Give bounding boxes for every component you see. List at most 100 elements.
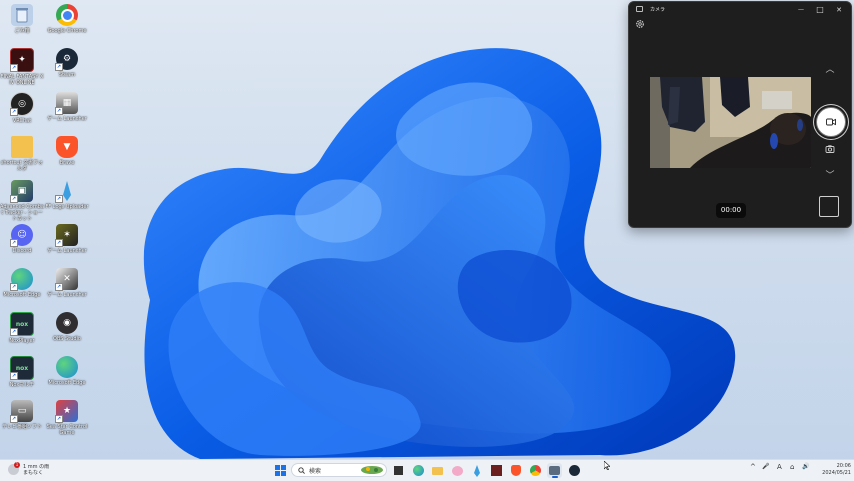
desktop-icon-folder[interactable]: shortcut 文書フォルダ [0, 136, 44, 172]
start-icon [275, 465, 286, 476]
taskbar-app-file-explorer[interactable] [391, 463, 406, 478]
camera-app-icon [636, 6, 643, 12]
desktop-icon-label: Noxマルチ [9, 382, 35, 388]
desktop-icon-game[interactable]: ✶ ↗ ゲーム Launcher [45, 224, 89, 254]
brave-icon: ▼ [56, 136, 78, 158]
desktop-icon-label: shortcut 文書フォルダ [0, 160, 44, 172]
game-icon: ✶ ↗ [55, 224, 78, 247]
chevron-down-icon[interactable]: ﹀ [824, 168, 836, 181]
obs-icon: ◉ [56, 312, 78, 334]
recording-timer: 00:00 [716, 203, 746, 218]
taskbar-app-steam[interactable] [567, 463, 582, 478]
taskbar-app-folder[interactable] [430, 463, 445, 478]
volume-icon[interactable]: 🔊 [802, 463, 809, 470]
minimize-button[interactable]: — [792, 4, 810, 16]
start-button[interactable] [273, 463, 288, 478]
edge-icon: ↗ [10, 268, 33, 291]
desktop-icon-label: Microsoft Edge [48, 380, 86, 386]
seastar-icon: ★ ↗ [55, 400, 78, 423]
desktop-icon-label: ごみ箱 [14, 28, 30, 34]
desktop-icon-obs[interactable]: ◉ OBS Studio [45, 312, 89, 342]
desktop-icon-act[interactable]: ▣ ↗ Advanced Combat Tracker - ショートカット [0, 180, 44, 222]
desktop-icon-label: テレビ番組ソフト [1, 424, 42, 430]
notification-badge: 1 [14, 462, 20, 468]
act-icon: ▣ ↗ [10, 180, 33, 203]
record-video-button[interactable] [816, 107, 846, 137]
desktop-icon-fflogs[interactable]: ↗ FF Logs Uploader [45, 180, 89, 210]
ffxiv-icon [491, 465, 502, 476]
vr-icon: ◎ ↗ [10, 92, 34, 116]
desktop-icon-brave[interactable]: ▼ Brave [45, 136, 89, 166]
desktop-icon-edge[interactable]: ↗ Microsoft Edge [0, 268, 44, 298]
clock-date: 2024/05/21 [822, 470, 851, 476]
desktop-icon-chrome[interactable]: Google Chrome [45, 4, 89, 34]
search-box[interactable]: 検索 [291, 463, 387, 477]
photo-mode-icon[interactable] [825, 144, 835, 154]
close-button[interactable]: ✕ [830, 4, 848, 16]
game2-icon: ✕ ↗ [55, 268, 78, 291]
gear-icon[interactable] [635, 19, 645, 29]
nox-multi-icon: nox ↗ [10, 356, 34, 380]
chrome-icon [56, 4, 78, 26]
steam-icon [569, 465, 580, 476]
steam-icon: ⚙ ↗ [55, 48, 78, 71]
edge-icon [56, 356, 78, 378]
taskbar-app-ffxiv[interactable] [489, 463, 504, 478]
desktop-icon-label: ゲーム Launcher [47, 116, 87, 122]
window-title: カメラ [650, 7, 666, 13]
desktop-icon-nox-multi[interactable]: nox ↗ Noxマルチ [0, 356, 44, 388]
desktop-icon-vrchat[interactable]: ◎ ↗ VRChat [0, 92, 44, 124]
maximize-button[interactable]: □ [811, 4, 829, 16]
desktop-icon-discord[interactable]: ☺ ↗ Discord [0, 224, 44, 254]
camera-title-bar[interactable]: カメラ — □ ✕ [629, 2, 851, 18]
desktop-icon-label: Brave [59, 160, 75, 166]
ime-indicator[interactable]: A [777, 463, 782, 471]
show-hidden-icons-button[interactable]: ^ [750, 463, 756, 471]
taskbar-app-edge[interactable] [411, 463, 426, 478]
desktop-icon-tv[interactable]: ▭ ↗ テレビ番組ソフト [0, 400, 44, 430]
camera-window[interactable]: カメラ — □ ✕ ︿ ﹀ 00:00 [628, 1, 852, 228]
taskbar-app-fflogs[interactable] [469, 463, 484, 478]
camera-preview [650, 77, 811, 168]
desktop-icon-label: FINAL FANTASY XIV ONLINE [0, 74, 44, 86]
desktop-icon-seastar[interactable]: ★ ↗ Sea Star Control Game [45, 400, 89, 436]
active-indicator [552, 476, 558, 478]
desktop-icon-ffxiv[interactable]: ✦ ↗ FINAL FANTASY XIV ONLINE [0, 48, 44, 86]
ffxiv-icon: ✦ ↗ [10, 48, 34, 72]
taskbar-app-chrome[interactable] [528, 463, 543, 478]
fflogs-icon: ↗ [55, 180, 78, 203]
desktop-icon-label: VRChat [12, 118, 32, 124]
file-explorer-icon [394, 466, 403, 475]
nox-icon: nox ↗ [10, 312, 34, 336]
search-icon [298, 467, 305, 474]
fflogs-icon [473, 464, 480, 477]
desktop-icon-steam[interactable]: ⚙ ↗ Steam [45, 48, 89, 78]
taskbar: 1 1 mm の雨 まもなく 検索 ^ 🎤 A ⌂ 🔊 20:06 2024/0… [0, 459, 854, 481]
desktop-icon-noxplayer[interactable]: nox ↗ NoxPlayer [0, 312, 44, 344]
camera-icon [549, 466, 560, 475]
video-camera-icon [826, 118, 836, 126]
desktop-icon-label: NoxPlayer [9, 338, 35, 344]
desktop-icon-label: ゲーム Launcher [47, 248, 87, 254]
gallery-thumbnail-button[interactable] [819, 196, 839, 217]
clock[interactable]: 20:06 2024/05/21 [813, 463, 851, 477]
desktop-icon-label: Sea Star Control Game [46, 424, 88, 436]
chevron-up-icon[interactable]: ︿ [824, 62, 836, 75]
network-icon[interactable]: ⌂ [790, 463, 794, 471]
taskbar-app-pink[interactable] [450, 463, 465, 478]
desktop-icon-game2[interactable]: ✕ ↗ ゲーム Launcher [45, 268, 89, 298]
desktop-icon-label: Google Chrome [47, 28, 87, 34]
desktop-icon-recycle-bin[interactable]: ごみ箱 [0, 4, 44, 34]
desktop-icon-game-launcher[interactable]: ▦ ↗ ゲーム Launcher [45, 92, 89, 122]
desktop-icon-label: Steam [58, 72, 76, 78]
taskbar-app-camera[interactable] [547, 463, 562, 478]
desktop-icon-edge-2[interactable]: Microsoft Edge [45, 356, 89, 386]
tv-icon: ▭ ↗ [10, 400, 33, 423]
taskbar-app-brave[interactable] [508, 463, 523, 478]
clock-time: 20:06 [836, 463, 851, 469]
mic-icon[interactable]: 🎤 [762, 463, 769, 470]
desktop-icon-label: OBS Studio [53, 336, 81, 342]
game-launcher-icon: ▦ ↗ [55, 92, 78, 115]
pink-app-icon [452, 465, 463, 476]
desktop-icon-label: ゲーム Launcher [47, 292, 87, 298]
